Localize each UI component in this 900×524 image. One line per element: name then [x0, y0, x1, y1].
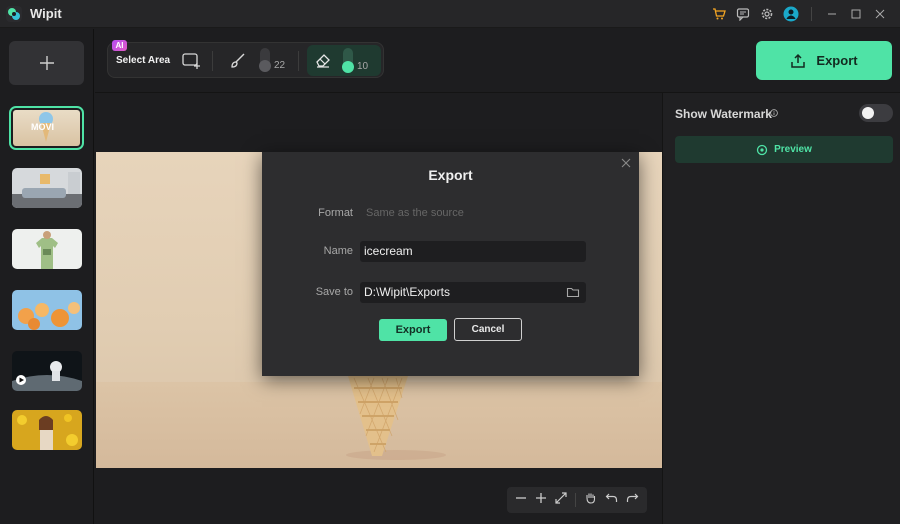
eye-icon — [756, 144, 768, 155]
settings-panel: Show Watermark Preview — [662, 93, 900, 524]
settings-icon[interactable] — [757, 4, 777, 24]
redo-icon[interactable] — [626, 491, 639, 509]
eraser-size-handle[interactable] — [342, 61, 354, 73]
dialog-export-button[interactable]: Export — [379, 319, 447, 341]
select-area-label[interactable]: Select Area — [116, 55, 170, 66]
brush-size-value: 22 — [274, 60, 286, 71]
eraser-tool[interactable]: 10 — [307, 45, 381, 76]
format-value: Same as the source — [366, 207, 464, 219]
name-field[interactable]: icecream — [360, 241, 586, 262]
zoom-controls — [507, 487, 647, 513]
fit-screen-icon[interactable] — [555, 491, 567, 509]
toolbar-divider — [298, 51, 299, 71]
toggle-knob — [862, 107, 874, 119]
thumbnail-living-room[interactable] — [12, 168, 82, 208]
name-label: Name — [323, 245, 353, 257]
dialog-title: Export — [428, 167, 473, 183]
tool-toolbar: AI Select Area 22 10 — [107, 40, 384, 78]
dialog-cancel-button[interactable]: Cancel — [454, 318, 522, 341]
app-title: Wipit — [30, 6, 62, 21]
folder-icon[interactable] — [566, 285, 582, 301]
cart-icon[interactable] — [709, 4, 729, 24]
watermark-label: Show Watermark — [675, 107, 772, 121]
thumbnail-astronaut[interactable] — [12, 351, 82, 391]
thumbnail-flowers[interactable] — [12, 290, 82, 330]
export-button-label: Export — [816, 53, 858, 68]
export-button[interactable]: Export — [756, 41, 892, 80]
app-logo-icon — [6, 5, 22, 22]
thumbnail-sidebar: MOVI — [0, 29, 94, 524]
feedback-icon[interactable] — [733, 4, 753, 24]
upload-icon — [791, 53, 806, 68]
add-image-button[interactable] — [9, 41, 84, 85]
hand-pan-icon[interactable] — [584, 491, 597, 509]
watermark-toggle[interactable] — [859, 104, 893, 122]
thumbnail-sunflower-girl[interactable] — [12, 410, 82, 450]
preview-label: Preview — [774, 144, 812, 155]
eraser-size-value: 10 — [357, 61, 369, 72]
undo-icon[interactable] — [605, 491, 618, 509]
info-icon[interactable] — [770, 104, 778, 122]
zoom-out-icon[interactable] — [515, 491, 527, 509]
eraser-icon — [313, 50, 333, 70]
close-icon[interactable] — [870, 4, 890, 24]
thumbnail-logo-text: MOVI — [31, 122, 54, 132]
thumbnail-tshirt-person[interactable] — [12, 229, 82, 269]
minimize-icon[interactable] — [822, 4, 842, 24]
title-bar: Wipit — [0, 0, 900, 28]
save-path-value: D:\Wipit\Exports — [364, 285, 451, 299]
maximize-icon[interactable] — [846, 4, 866, 24]
titlebar-divider — [811, 7, 812, 21]
save-path-field[interactable]: D:\Wipit\Exports — [360, 282, 586, 303]
ai-badge: AI — [112, 40, 127, 51]
zoom-in-icon[interactable] — [535, 491, 547, 509]
thumbnail-icecream[interactable]: MOVI — [9, 106, 84, 150]
save-to-label: Save to — [315, 286, 353, 298]
select-area-icon[interactable] — [181, 51, 203, 71]
export-dialog: Export Format Same as the source Name ic… — [262, 152, 639, 376]
account-icon[interactable] — [781, 4, 801, 24]
controls-divider — [575, 493, 576, 507]
brush-size-handle[interactable] — [259, 60, 271, 72]
brush-icon[interactable] — [228, 51, 248, 71]
preview-button[interactable]: Preview — [675, 136, 893, 163]
plus-icon — [39, 56, 54, 70]
format-label: Format — [318, 207, 353, 219]
toolbar-divider — [212, 51, 213, 71]
